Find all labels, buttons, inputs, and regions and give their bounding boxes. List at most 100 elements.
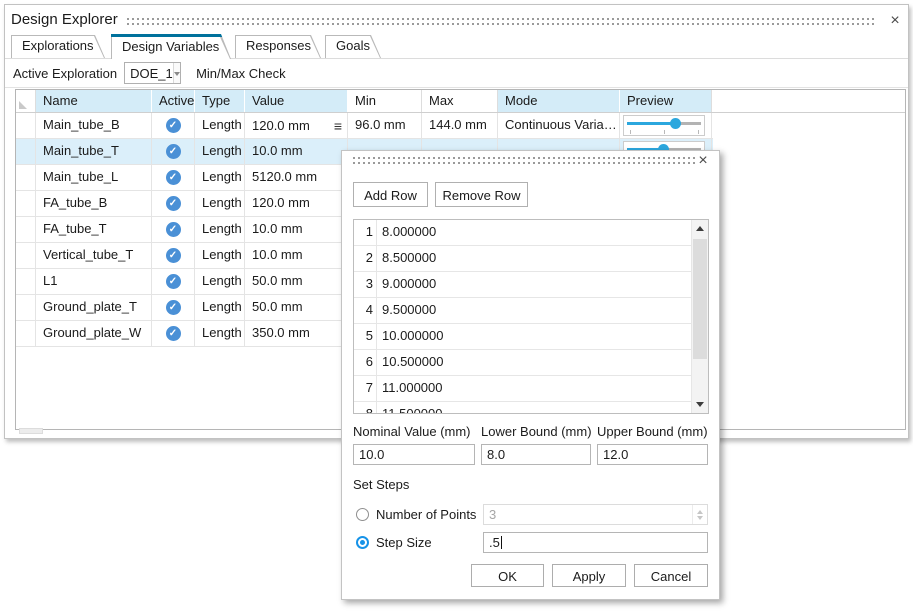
cell-type: Length (195, 243, 245, 268)
cell-active[interactable]: ✓ (152, 217, 195, 242)
cell-type: Length (195, 113, 245, 138)
minmax-check-button[interactable]: Min/Max Check (196, 66, 286, 81)
apply-button[interactable]: Apply (552, 564, 626, 587)
cell-name: FA_tube_B (36, 191, 152, 216)
number-of-points-input[interactable]: 3 (483, 504, 708, 525)
tab-goals[interactable]: Goals (325, 35, 381, 58)
cell-value[interactable]: 350.0 mm (245, 321, 348, 346)
lower-bound-label: Lower Bound (mm) (481, 424, 592, 439)
cell-name: FA_tube_T (36, 217, 152, 242)
spinner-down-icon (697, 516, 703, 523)
lower-bound-input[interactable] (481, 444, 591, 465)
cell-active[interactable]: ✓ (152, 191, 195, 216)
header-filler (712, 90, 905, 112)
list-item[interactable]: 811.500000 (354, 402, 691, 414)
horizontal-scrollbar-fragment[interactable] (19, 428, 43, 434)
cell-name: L1 (36, 269, 152, 294)
cell-type: Length (195, 165, 245, 190)
tab-design-variables[interactable]: Design Variables (111, 34, 231, 59)
select-all-corner-cell[interactable] (16, 90, 36, 112)
close-icon[interactable]: × (887, 13, 903, 29)
column-header-preview[interactable]: Preview (620, 90, 712, 112)
ok-button[interactable]: OK (471, 564, 544, 587)
list-item[interactable]: 711.000000 (354, 376, 691, 402)
column-header-value[interactable]: Value (245, 90, 348, 112)
cell-active[interactable]: ✓ (152, 139, 195, 164)
cell-active[interactable]: ✓ (152, 295, 195, 320)
cell-active[interactable]: ✓ (152, 269, 195, 294)
cell-active[interactable]: ✓ (152, 113, 195, 138)
drag-handle-dots-icon[interactable] (353, 157, 695, 165)
set-steps-heading: Set Steps (353, 477, 409, 492)
cell-value[interactable]: 10.0 mm (245, 139, 348, 164)
tab-label: Explorations (11, 35, 105, 57)
active-check-icon: ✓ (166, 248, 181, 263)
slider-handle[interactable] (670, 118, 681, 129)
cell-value[interactable]: 50.0 mm (245, 269, 348, 294)
table-header-row: Name Active Type Value Min Max Mode Prev… (16, 90, 905, 113)
column-header-min[interactable]: Min (348, 90, 422, 112)
cell-name: Main_tube_T (36, 139, 152, 164)
triangle-up-icon (696, 222, 704, 231)
active-check-icon: ✓ (166, 300, 181, 315)
cell-value[interactable]: 10.0 mm (245, 243, 348, 268)
corner-triangle-icon (19, 101, 27, 109)
menu-icon[interactable]: ≡ (334, 119, 342, 133)
cell-type: Length (195, 139, 245, 164)
exploration-toolbar: Active Exploration DOE_1 Min/Max Check (5, 59, 908, 88)
list-item[interactable]: 18.000000 (354, 220, 691, 246)
cell-name: Vertical_tube_T (36, 243, 152, 268)
column-header-active[interactable]: Active (152, 90, 195, 112)
spinner-buttons[interactable] (692, 505, 707, 524)
cell-value[interactable]: 5120.0 mm (245, 165, 348, 190)
list-item[interactable]: 610.500000 (354, 350, 691, 376)
table-row[interactable]: Main_tube_B ✓ Length 120.0 mm≡ 96.0 mm 1… (16, 113, 713, 139)
scroll-down-button[interactable] (692, 396, 708, 413)
cell-active[interactable]: ✓ (152, 321, 195, 346)
tab-responses[interactable]: Responses (235, 35, 321, 58)
list-item[interactable]: 39.000000 (354, 272, 691, 298)
scrollbar-thumb[interactable] (693, 239, 707, 359)
close-icon[interactable]: × (695, 153, 711, 169)
cell-mode[interactable]: Continuous Varia… (498, 113, 620, 138)
cell-min[interactable]: 96.0 mm (348, 113, 422, 138)
dropdown-arrow-button[interactable] (173, 63, 180, 83)
nominal-value-input[interactable] (353, 444, 475, 465)
nominal-value-label: Nominal Value (mm) (353, 424, 471, 439)
vertical-scrollbar[interactable] (691, 220, 708, 413)
cell-value[interactable]: 120.0 mm≡ (245, 113, 348, 138)
range-slider-preview[interactable] (623, 115, 705, 136)
cell-active[interactable]: ✓ (152, 243, 195, 268)
remove-row-button[interactable]: Remove Row (435, 182, 528, 207)
number-of-points-radio[interactable] (356, 508, 369, 521)
column-header-mode[interactable]: Mode (498, 90, 620, 112)
active-exploration-label: Active Exploration (13, 66, 117, 81)
list-item[interactable]: 49.500000 (354, 298, 691, 324)
cell-value[interactable]: 10.0 mm (245, 217, 348, 242)
cell-type: Length (195, 321, 245, 346)
add-row-button[interactable]: Add Row (353, 182, 428, 207)
cell-value[interactable]: 120.0 mm (245, 191, 348, 216)
chevron-down-icon (174, 72, 180, 79)
cell-type: Length (195, 295, 245, 320)
drag-handle-dots-icon[interactable] (127, 18, 874, 26)
upper-bound-input[interactable] (597, 444, 708, 465)
column-header-max[interactable]: Max (422, 90, 498, 112)
list-item[interactable]: 28.500000 (354, 246, 691, 272)
tab-bar: Explorations Design Variables Responses … (5, 34, 908, 59)
step-size-input[interactable]: .5 (483, 532, 708, 553)
cell-name: Ground_plate_W (36, 321, 152, 346)
scroll-up-button[interactable] (692, 220, 708, 237)
exploration-dropdown[interactable]: DOE_1 (124, 62, 181, 84)
steps-list: 18.000000 28.500000 39.000000 49.500000 … (353, 219, 709, 414)
cell-value[interactable]: 50.0 mm (245, 295, 348, 320)
step-size-radio[interactable] (356, 536, 369, 549)
cell-max[interactable]: 144.0 mm (422, 113, 498, 138)
cell-name: Main_tube_B (36, 113, 152, 138)
cancel-button[interactable]: Cancel (634, 564, 708, 587)
column-header-type[interactable]: Type (195, 90, 245, 112)
tab-explorations[interactable]: Explorations (11, 35, 105, 58)
list-item[interactable]: 510.000000 (354, 324, 691, 350)
cell-active[interactable]: ✓ (152, 165, 195, 190)
column-header-name[interactable]: Name (36, 90, 152, 112)
